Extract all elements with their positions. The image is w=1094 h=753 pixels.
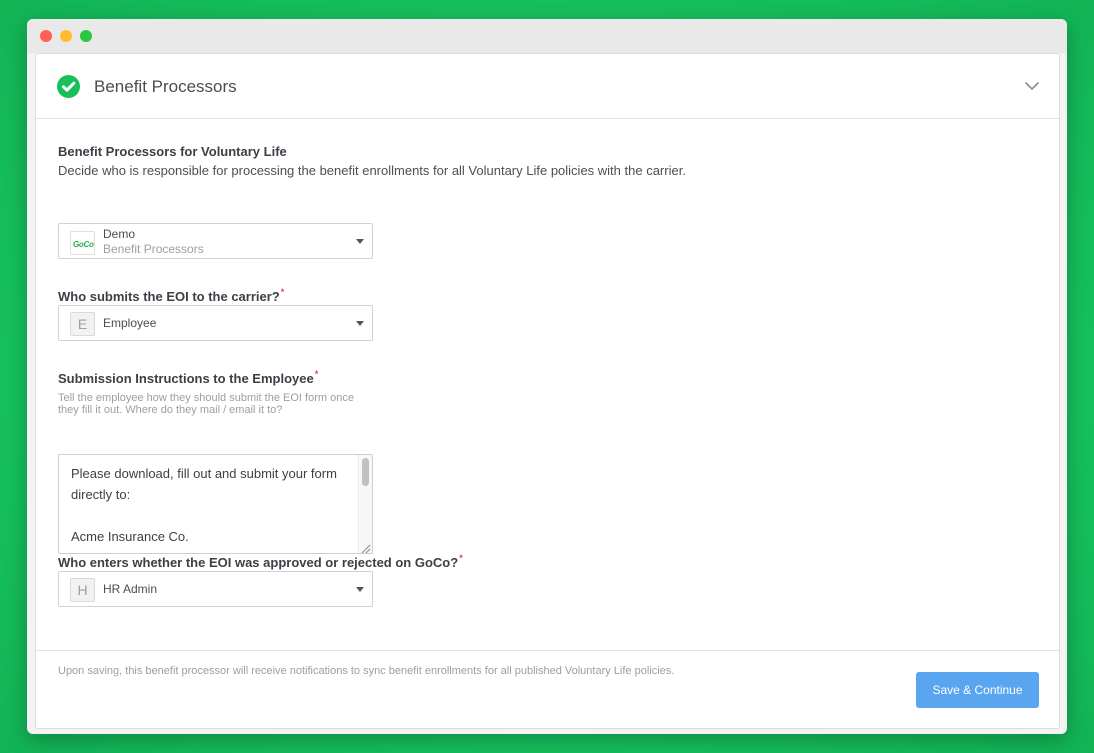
instructions-hint: Tell the employee how they should submit…: [58, 392, 354, 416]
eoi-approver-label: Who enters whether the EOI was approved …: [58, 553, 463, 570]
scrollbar-thumb[interactable]: [362, 458, 369, 486]
chevron-down-icon[interactable]: [1024, 78, 1040, 94]
eoi-submitter-select[interactable]: E Employee: [58, 305, 373, 341]
card-body: Benefit Processors for Voluntary Life De…: [58, 144, 1038, 677]
instructions-textarea[interactable]: Please download, fill out and submit you…: [58, 454, 373, 554]
avatar: E: [70, 312, 95, 336]
zoom-window-button[interactable]: [80, 30, 92, 42]
eoi-approver-select[interactable]: H HR Admin: [58, 571, 373, 607]
eoi-approver-value: HR Admin: [103, 582, 158, 596]
caret-down-icon: [356, 239, 364, 244]
processor-name: Demo: [103, 227, 136, 241]
caret-down-icon: [356, 321, 364, 326]
benefit-processor-select[interactable]: GoCo Demo Benefit Processors: [58, 223, 373, 259]
goco-logo-text: GoCo: [73, 240, 94, 249]
required-asterisk: *: [280, 287, 285, 297]
check-circle-icon: [57, 75, 80, 98]
instructions-label: Submission Instructions to the Employee*: [58, 369, 319, 386]
required-asterisk: *: [459, 553, 463, 563]
benefit-processors-card: Benefit Processors Benefit Processors fo…: [35, 53, 1060, 729]
caret-down-icon: [356, 587, 364, 592]
textarea-scrollbar[interactable]: [358, 455, 372, 553]
eoi-submitter-label-text: Who submits the EOI to the carrier?: [58, 289, 280, 304]
eoi-approver-label-text: Who enters whether the EOI was approved …: [58, 555, 459, 570]
instructions-label-text: Submission Instructions to the Employee: [58, 371, 314, 386]
required-asterisk: *: [314, 369, 319, 379]
resize-handle-icon[interactable]: [360, 541, 371, 553]
save-continue-button[interactable]: Save & Continue: [916, 672, 1039, 708]
goco-logo: GoCo: [70, 231, 95, 255]
card-title: Benefit Processors: [94, 77, 237, 96]
save-footnote: Upon saving, this benefit processor will…: [58, 665, 675, 677]
section-description: Decide who is responsible for processing…: [58, 163, 686, 178]
close-window-button[interactable]: [40, 30, 52, 42]
app-window: Benefit Processors Benefit Processors fo…: [27, 19, 1067, 734]
instructions-text: Please download, fill out and submit you…: [71, 466, 337, 553]
card-header[interactable]: Benefit Processors: [36, 54, 1059, 119]
processor-subtitle: Benefit Processors: [103, 242, 204, 256]
avatar: H: [70, 578, 95, 602]
title-bar: [27, 19, 1067, 53]
eoi-submitter-label: Who submits the EOI to the carrier?*: [58, 287, 285, 304]
footer-divider: [36, 650, 1059, 651]
minimize-window-button[interactable]: [60, 30, 72, 42]
section-title: Benefit Processors for Voluntary Life: [58, 144, 287, 159]
eoi-submitter-value: Employee: [103, 316, 157, 330]
